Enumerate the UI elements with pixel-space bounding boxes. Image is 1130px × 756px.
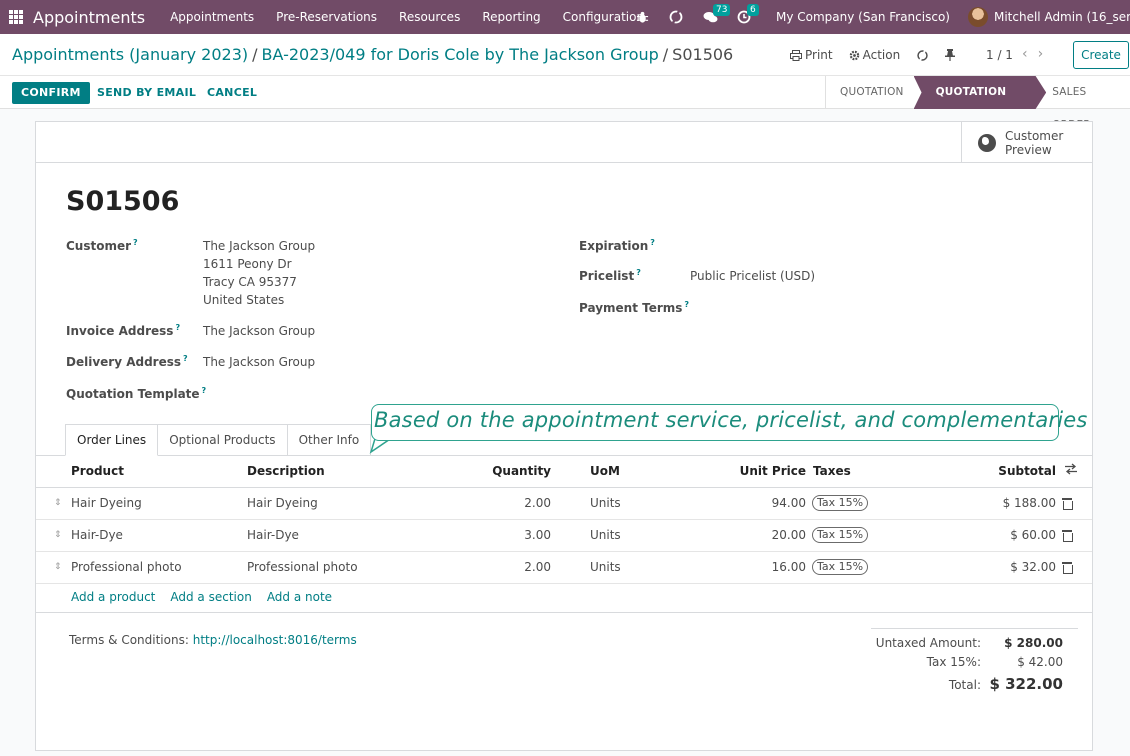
menu-resources[interactable]: Resources [388,10,471,24]
action-button[interactable]: Action [849,48,900,62]
tax-label: Tax 15%: [926,655,981,669]
confirm-button[interactable]: CONFIRM [12,82,90,104]
messages-icon[interactable]: 73 [700,4,731,27]
tab-other-info[interactable]: Other Info [287,424,372,456]
terms-and-conditions: Terms & Conditions: http://localhost:801… [69,633,357,647]
terms-link[interactable]: http://localhost:8016/terms [193,633,357,647]
pin-icon[interactable] [945,49,956,61]
voip-icon[interactable] [666,7,686,27]
send-by-email-button[interactable]: SEND BY EMAIL [97,82,196,104]
company-switcher[interactable]: My Company (San Francisco) [776,10,950,24]
messages-badge: 73 [713,4,731,16]
pager-value[interactable]: 1 / 1 [986,48,1013,62]
apps-menu-icon[interactable] [9,10,23,24]
customer-field[interactable]: The Jackson Group 1611 Peony Dr Tracy CA… [203,237,315,309]
avatar[interactable] [967,7,988,27]
table-header: Product Description Quantity UoM Unit Pr… [36,456,1092,488]
col-subtotal[interactable]: Subtotal [956,464,1056,478]
tab-optional-products[interactable]: Optional Products [158,424,288,456]
table-row[interactable]: ⇕ Professional photo Professional photo … [36,552,1092,584]
cancel-button[interactable]: CANCEL [207,82,257,104]
delivery-address-field[interactable]: The Jackson Group [203,353,315,371]
top-navbar: Appointments Appointments Pre-Reservatio… [0,0,1130,34]
pricelist-field[interactable]: Public Pricelist (USD) [690,267,815,285]
untaxed-amount-label: Untaxed Amount: [875,636,981,650]
drag-handle-icon[interactable]: ⇕ [54,562,62,572]
total-label: Total: [948,678,981,692]
add-section-link[interactable]: Add a section [170,590,251,604]
button-box: Customer Preview [36,122,1092,163]
breadcrumb: Appointments (January 2023) / BA-2023/049 … [12,45,734,64]
breadcrumb-appointments[interactable]: Appointments (January 2023) [12,45,248,64]
quotation-template-label: Quotation Template? [66,386,207,401]
gear-icon [849,50,859,60]
drag-handle-icon[interactable]: ⇕ [54,530,62,540]
tax-value: $ 42.00 [1017,655,1063,669]
create-button[interactable]: Create [1073,41,1129,69]
tax-tag: Tax 15% [812,559,869,575]
pricelist-label: Pricelist? [579,268,641,283]
stage-quotation[interactable]: QUOTATION [825,76,918,109]
delivery-address-label: Delivery Address? [66,354,188,369]
trash-icon[interactable] [1062,562,1073,574]
table-row[interactable]: ⇕ Hair Dyeing Hair Dyeing 2.00 Units 94.… [36,488,1092,520]
optional-columns-icon[interactable] [1065,463,1077,478]
record-title: S01506 [66,186,180,217]
activities-icon[interactable]: 6 [734,4,759,27]
pager-arrows[interactable]: ‹› [1022,46,1053,62]
add-line-links: Add a product Add a section Add a note [71,590,347,604]
trash-icon[interactable] [1062,498,1073,510]
invoice-address-label: Invoice Address? [66,323,181,338]
globe-icon [978,133,996,152]
add-product-link[interactable]: Add a product [71,590,155,604]
chevron-right-icon[interactable]: › [1038,46,1054,62]
voip-call-icon[interactable] [916,49,929,62]
tax-tag: Tax 15% [812,495,869,511]
annotation-callout: Based on the appointment service, pricel… [371,404,1087,441]
systray: 73 6 My Company (San Francisco) Mitchell… [632,0,1130,34]
payment-terms-label: Payment Terms? [579,300,690,315]
untaxed-amount-value: $ 280.00 [1004,636,1063,650]
col-unit-price[interactable]: Unit Price [706,464,806,478]
user-menu[interactable]: Mitchell Admin (16_server [994,10,1130,24]
col-quantity[interactable]: Quantity [451,464,551,478]
statusbar: CONFIRM SEND BY EMAIL CANCEL QUOTATION Q… [0,76,1130,131]
trash-icon[interactable] [1062,530,1073,542]
expiration-label: Expiration? [579,238,655,253]
tab-order-lines[interactable]: Order Lines [65,424,159,456]
status-stages: QUOTATION QUOTATION SENT SALES ORDER [825,76,1130,131]
col-uom[interactable]: UoM [590,464,620,478]
activities-badge: 6 [747,4,759,16]
control-panel: Appointments (January 2023) / BA-2023/049 … [0,34,1130,76]
total-value: $ 322.00 [989,675,1063,693]
notebook-tabs: Order Lines Optional Products Other Info [65,424,372,456]
col-description[interactable]: Description [247,464,325,478]
tax-tag: Tax 15% [812,527,869,543]
menu-pre-reservations[interactable]: Pre-Reservations [265,10,388,24]
stage-quotation-sent[interactable]: QUOTATION SENT [913,76,1047,109]
print-icon [790,49,802,61]
menu-reporting[interactable]: Reporting [471,10,551,24]
invoice-address-field[interactable]: The Jackson Group [203,322,315,340]
table-row[interactable]: ⇕ Hair-Dye Hair-Dye 3.00 Units 20.00 Tax… [36,520,1092,552]
customer-label: Customer? [66,238,138,253]
print-button[interactable]: Print [790,48,833,62]
control-actions: Print Action [790,48,971,62]
app-title[interactable]: Appointments [33,8,145,27]
col-taxes[interactable]: Taxes [813,464,851,478]
breadcrumb-current: S01506 [672,45,734,64]
annotation-text: Based on the appointment service, pricel… [374,408,1088,432]
col-product[interactable]: Product [71,464,124,478]
stage-sales-order[interactable]: SALES ORDER [1046,76,1130,131]
customer-preview-button[interactable]: Customer Preview [961,122,1092,163]
add-note-link[interactable]: Add a note [267,590,332,604]
chevron-left-icon[interactable]: ‹ [1022,46,1038,62]
bug-icon[interactable] [632,7,652,27]
drag-handle-icon[interactable]: ⇕ [54,498,62,508]
breadcrumb-booking[interactable]: BA-2023/049 for Doris Cole by The Jackso… [262,45,659,64]
menu-appointments[interactable]: Appointments [159,10,265,24]
main-menu: Appointments Pre-Reservations Resources … [159,10,655,24]
